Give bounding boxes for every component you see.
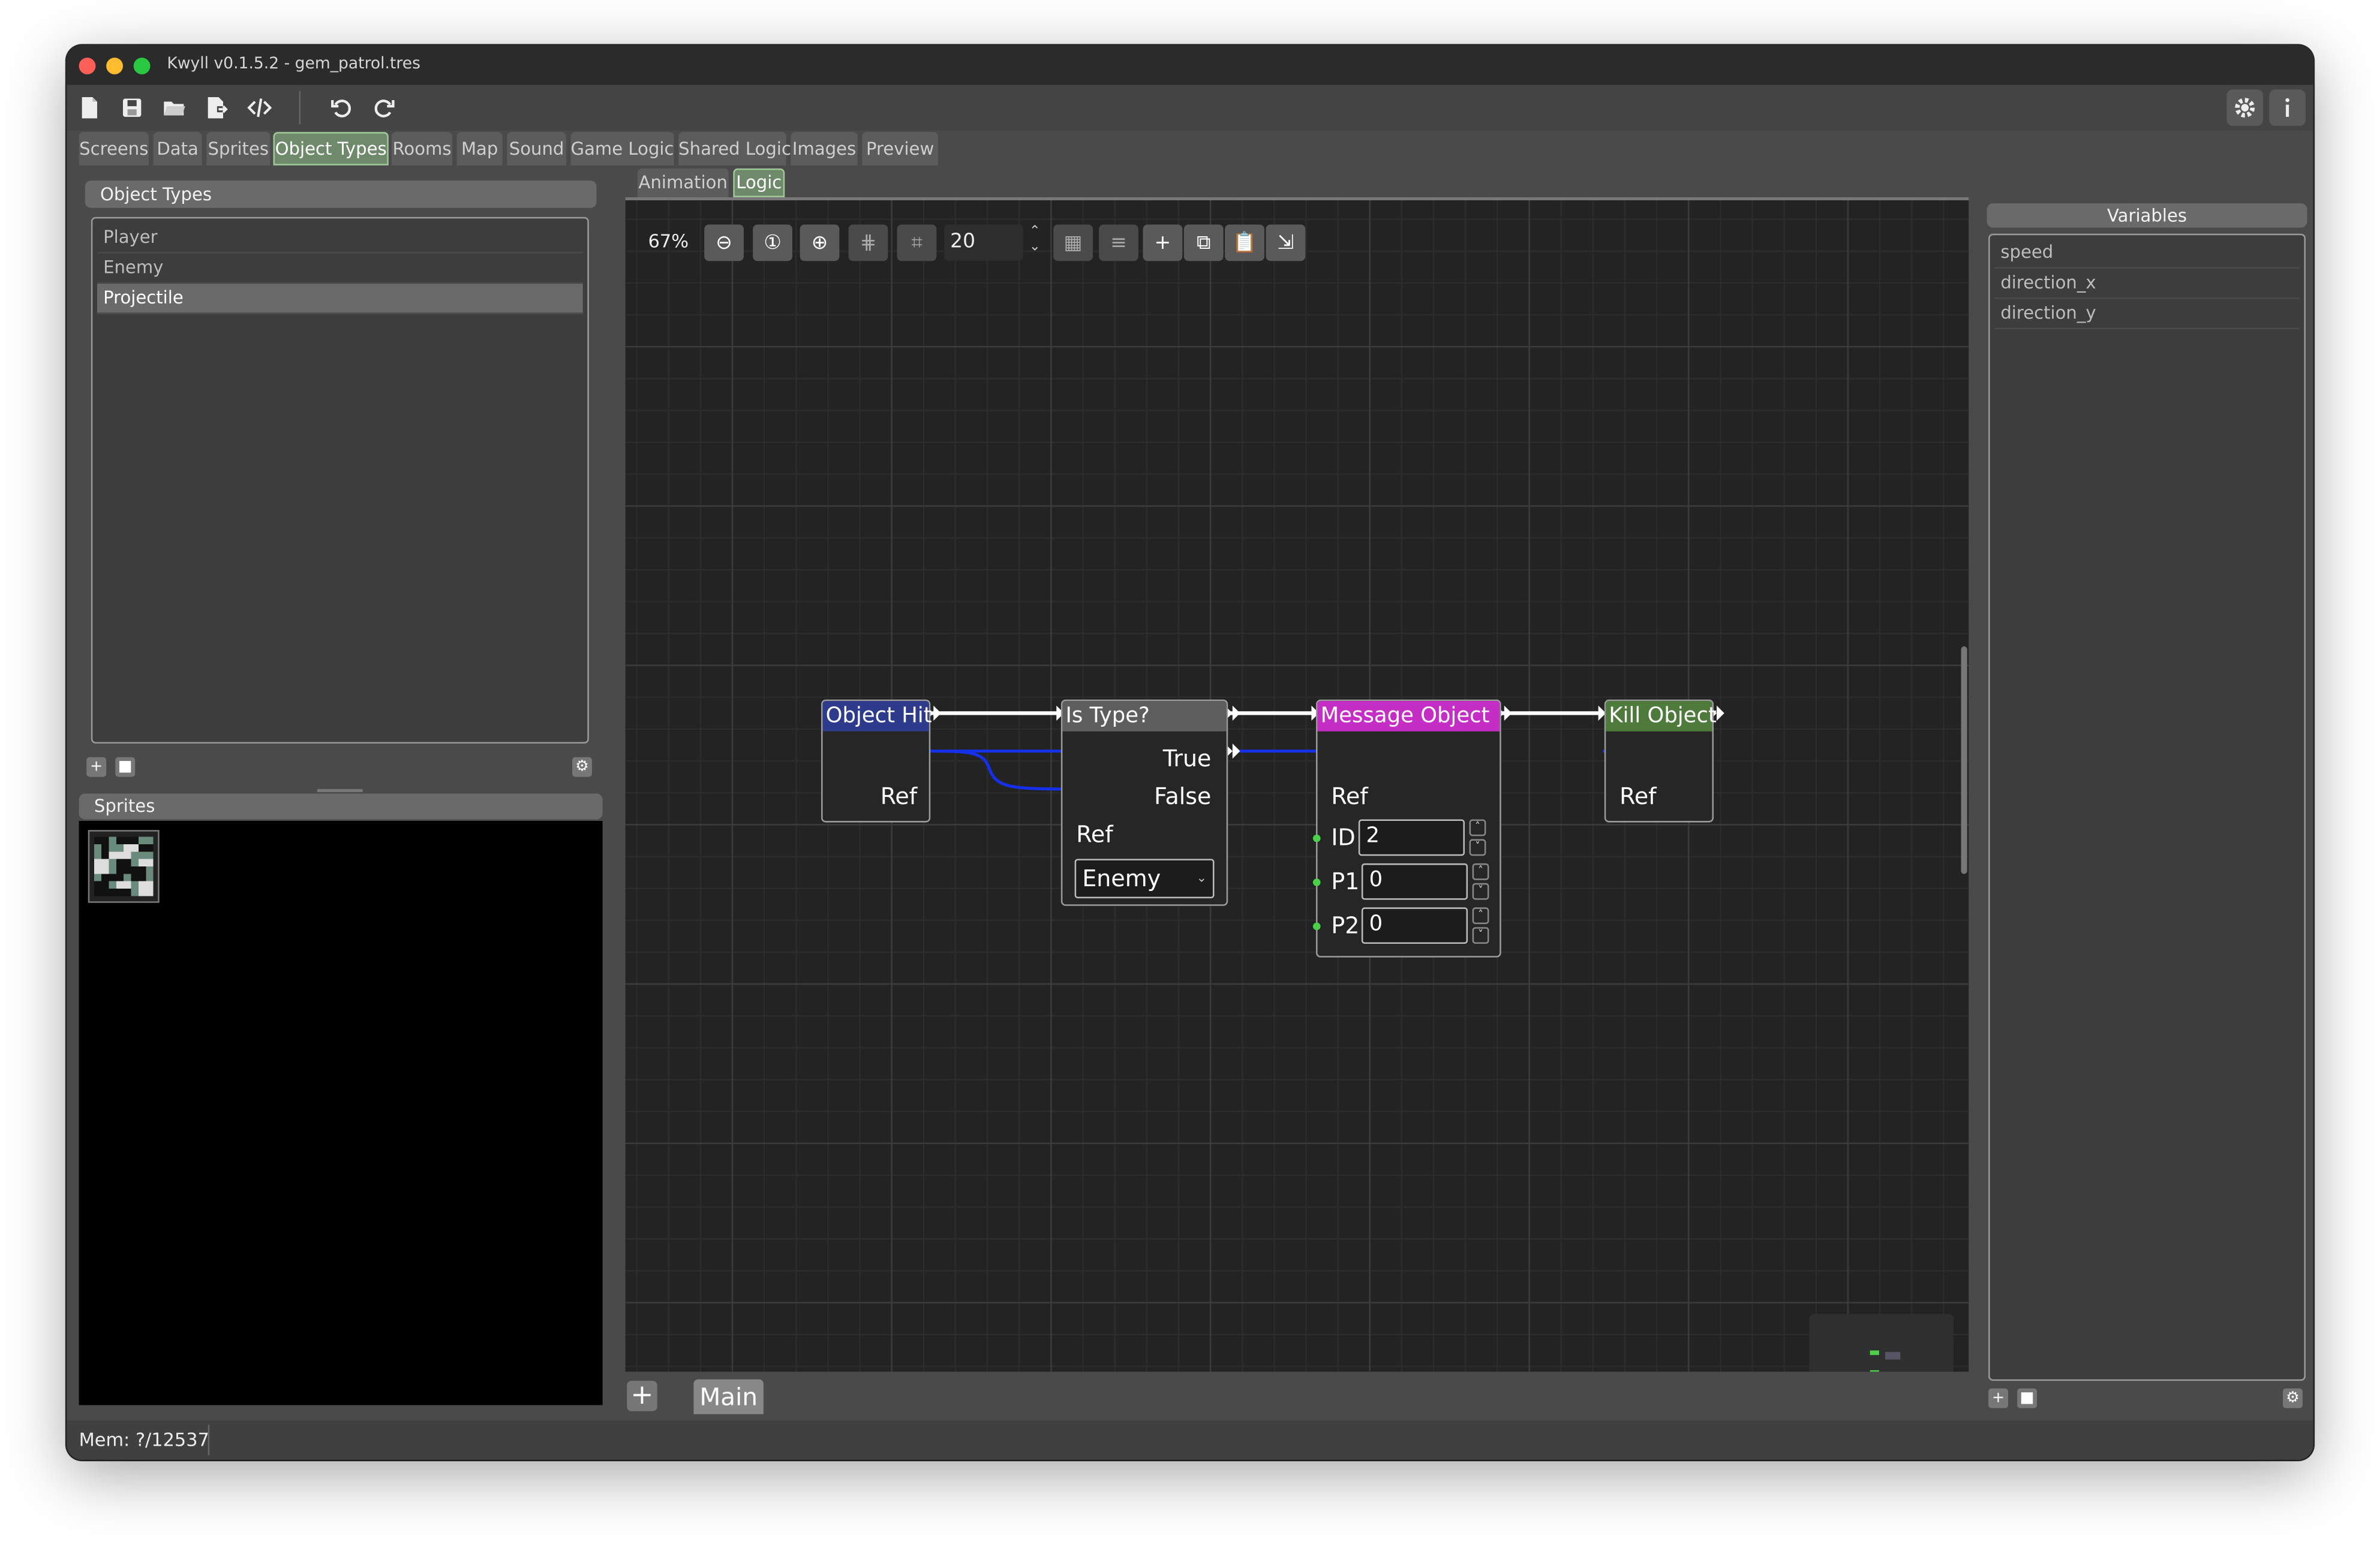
port-label: Ref — [1331, 782, 1368, 811]
code-icon[interactable] — [241, 89, 278, 126]
node-title: Is Type? — [1062, 701, 1227, 732]
memory-status: Mem: ?/12537 — [79, 1429, 209, 1451]
port-label: P1 — [1331, 868, 1360, 896]
sprite-thumbnail[interactable] — [88, 830, 160, 903]
redo-icon[interactable] — [366, 89, 402, 126]
settings-icon[interactable] — [2226, 89, 2264, 127]
open-folder-icon[interactable] — [157, 89, 193, 126]
save-icon[interactable] — [114, 89, 151, 126]
info-icon[interactable] — [2269, 89, 2306, 127]
tab-logic[interactable]: Logic — [733, 168, 785, 197]
tab-game-logic[interactable]: Game Logic — [570, 132, 674, 165]
status-divider — [208, 1425, 210, 1455]
sprites-header: Sprites — [79, 793, 603, 820]
ref-wire — [928, 750, 1063, 791]
port-label: True — [1162, 745, 1212, 773]
list-item-selected[interactable]: Projectile — [97, 284, 583, 314]
window-title: Kwyll v0.1.5.2 - gem_patrol.tres — [167, 55, 420, 73]
new-file-icon[interactable] — [71, 89, 108, 126]
p2-field[interactable]: 0 — [1361, 907, 1468, 944]
node-kill-object[interactable]: Kill Object Ref — [1604, 699, 1717, 823]
variables-list[interactable]: speed direction_x direction_y — [1988, 233, 2306, 1381]
spin-up-icon[interactable]: ˄ — [1472, 907, 1489, 925]
tab-map[interactable]: Map — [456, 132, 503, 165]
tab-data[interactable]: Data — [153, 132, 202, 165]
spin-down-icon[interactable]: ˅ — [1472, 883, 1489, 900]
tab-shared-logic[interactable]: Shared Logic — [678, 132, 791, 165]
node-object-hit[interactable]: Object Hit Ref — [821, 699, 932, 823]
main-toolbar — [67, 85, 2313, 131]
type-select[interactable]: Enemy ⌄ — [1074, 859, 1215, 899]
node-title: Object Hit — [822, 701, 932, 732]
port-label: False — [1154, 782, 1212, 811]
id-field[interactable]: 2 — [1358, 819, 1465, 856]
chevron-down-icon: ⌄ — [1196, 871, 1207, 885]
list-item[interactable]: direction_x — [1994, 269, 2300, 299]
input-port-dot[interactable] — [1312, 922, 1321, 931]
port-label: Ref — [880, 782, 918, 811]
export-icon[interactable] — [199, 89, 236, 126]
tab-images[interactable]: Images — [791, 132, 858, 165]
list-item[interactable]: direction_y — [1994, 299, 2300, 330]
input-port-dot[interactable] — [1312, 834, 1321, 842]
list-item[interactable]: speed — [1994, 238, 2300, 269]
list-item[interactable]: Enemy — [97, 254, 583, 284]
node-message-object[interactable]: Message Object Ref ID 2 ˄ ˅ P1 0 ˄ ˅ P2 … — [1312, 699, 1501, 958]
tab-object-types[interactable]: Object Types — [273, 132, 389, 165]
vertical-scrollbar[interactable] — [1961, 646, 1967, 874]
object-types-list[interactable]: Player Enemy Projectile — [91, 216, 589, 744]
node-title: Kill Object — [1606, 701, 1717, 732]
tab-sprites[interactable]: Sprites — [206, 132, 271, 165]
close-window-button[interactable] — [79, 58, 96, 74]
minimap-node — [1870, 1350, 1879, 1355]
delete-object-type-button[interactable]: ■ — [115, 757, 136, 777]
zoom-window-button[interactable] — [133, 58, 151, 74]
node-title: Message Object — [1317, 701, 1500, 732]
port-label: ID — [1331, 824, 1356, 851]
p1-field[interactable]: 0 — [1361, 863, 1468, 900]
type-select-value: Enemy — [1082, 865, 1161, 892]
minimap-node — [1885, 1352, 1901, 1360]
tab-rooms[interactable]: Rooms — [391, 132, 453, 165]
delete-variable-button[interactable]: ■ — [2017, 1388, 2038, 1408]
undo-icon[interactable] — [323, 89, 360, 126]
add-variable-button[interactable]: + — [1988, 1388, 2008, 1408]
variables-header: Variables — [1987, 203, 2307, 228]
spin-up-icon[interactable]: ˄ — [1469, 819, 1486, 836]
tab-screens[interactable]: Screens — [79, 132, 149, 165]
app-window: Kwyll v0.1.5.2 - gem_patrol.tres Screens… — [67, 45, 2313, 1460]
main-tab-bar: Screens Data Sprites Object Types Rooms … — [67, 132, 2313, 168]
toolbar-divider — [299, 91, 301, 125]
logic-graph-canvas[interactable]: 67% ⊖ ① ⊕ ⋕ ⌗ 20 ⌃ ⌄ ▦ ≡ + ⧉ 📋 ⇲ Object … — [625, 200, 1969, 1372]
port-label: Ref — [1076, 821, 1113, 848]
port-label: Ref — [1619, 782, 1657, 811]
object-types-header: Object Types — [85, 180, 597, 208]
spin-down-icon[interactable]: ˅ — [1472, 927, 1489, 944]
spin-down-icon[interactable]: ˅ — [1469, 839, 1486, 856]
variable-settings-icon[interactable]: ⚙ — [2283, 1388, 2303, 1408]
minimize-window-button[interactable] — [106, 58, 123, 74]
splitter-handle[interactable] — [317, 788, 363, 792]
title-bar: Kwyll v0.1.5.2 - gem_patrol.tres — [67, 45, 2313, 85]
add-graph-button[interactable]: + — [627, 1380, 657, 1411]
add-object-type-button[interactable]: + — [86, 757, 107, 777]
tab-preview[interactable]: Preview — [862, 132, 938, 165]
spin-up-icon[interactable]: ˄ — [1472, 863, 1489, 880]
graph-tab-main[interactable]: Main — [693, 1379, 764, 1414]
tab-animation[interactable]: Animation — [637, 168, 729, 197]
input-port-dot[interactable] — [1312, 878, 1321, 886]
minimap-node — [1870, 1370, 1879, 1372]
sprites-panel — [79, 821, 603, 1405]
list-item[interactable]: Player — [97, 223, 583, 254]
port-label: P2 — [1331, 911, 1360, 940]
tab-sound[interactable]: Sound — [507, 132, 566, 165]
object-type-settings-icon[interactable]: ⚙ — [572, 757, 592, 777]
status-bar: Mem: ?/12537 — [67, 1420, 2313, 1460]
graph-minimap[interactable] — [1809, 1314, 1954, 1372]
node-is-type[interactable]: Is Type? True False Ref Enemy ⌄ — [1060, 699, 1228, 906]
